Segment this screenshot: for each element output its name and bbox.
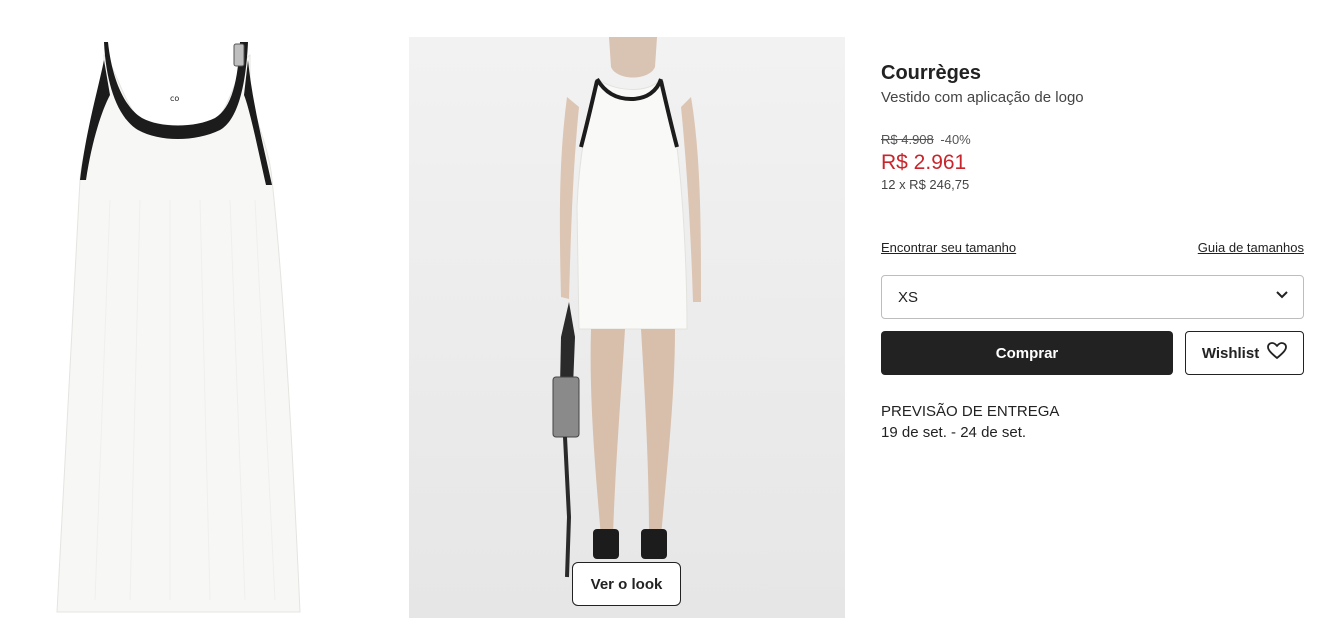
size-selected-value: XS xyxy=(898,288,919,306)
view-look-button[interactable]: Ver o look xyxy=(572,562,681,606)
old-price: R$ 4.908 xyxy=(881,132,934,147)
size-links: Encontrar seu tamanho Guia de tamanhos xyxy=(881,240,1304,255)
wishlist-button[interactable]: Wishlist xyxy=(1185,331,1304,375)
brand-name[interactable]: Courrèges xyxy=(881,60,1304,86)
dress-flat-image: ᴄᴏ xyxy=(56,42,301,613)
find-size-link[interactable]: Encontrar seu tamanho xyxy=(881,240,1016,255)
product-description: Vestido com aplicação de logo xyxy=(881,89,1084,106)
price-original-row: R$ 4.908 -40% xyxy=(881,131,1304,148)
product-image-main[interactable]: ᴄᴏ xyxy=(0,0,400,630)
purchase-actions: Comprar Wishlist xyxy=(881,331,1304,375)
current-price: R$ 2.961 xyxy=(881,151,967,174)
chevron-down-icon xyxy=(1275,288,1289,306)
product-info-panel: Courrèges Vestido com aplicação de logo … xyxy=(881,60,1304,443)
size-select[interactable]: XS xyxy=(881,275,1304,319)
wishlist-label: Wishlist xyxy=(1201,344,1260,362)
product-image-model[interactable]: Ver o look xyxy=(409,37,845,618)
heart-icon xyxy=(1267,342,1288,364)
delivery-dates: 19 de set. - 24 de set. xyxy=(881,424,1027,441)
model-photo xyxy=(409,37,845,618)
brand-logo: ᴄᴏ xyxy=(170,94,179,103)
size-guide-link[interactable]: Guia de tamanhos xyxy=(1198,240,1304,255)
installments-text: 12 x R$ 246,75 xyxy=(881,177,970,192)
discount-badge: -40% xyxy=(940,132,971,147)
buy-button[interactable]: Comprar xyxy=(881,331,1173,375)
delivery-title: PREVISÃO DE ENTREGA xyxy=(881,403,1060,420)
